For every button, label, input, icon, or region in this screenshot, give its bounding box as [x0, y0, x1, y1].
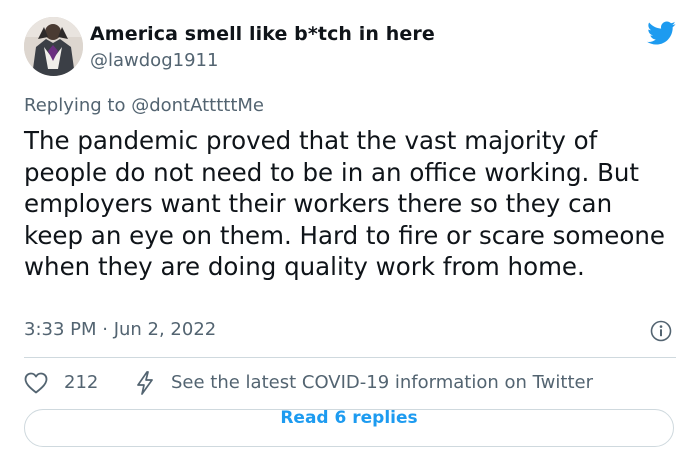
read-replies-label: Read 6 replies: [280, 409, 418, 428]
lightning-icon[interactable]: [134, 370, 156, 396]
read-replies-button[interactable]: Read 6 replies: [24, 409, 674, 447]
info-icon[interactable]: [650, 320, 672, 342]
tweet-text: The pandemic proved that the vast majori…: [24, 126, 665, 281]
reply-mention-link[interactable]: @dontAtttttMe: [131, 95, 264, 116]
covid-info-link[interactable]: See the latest COVID-19 information on T…: [171, 372, 593, 393]
display-name[interactable]: America smell like b*tch in here: [90, 23, 435, 45]
like-count[interactable]: 212: [64, 372, 98, 393]
avatar-image: [24, 17, 83, 76]
divider: [24, 357, 676, 358]
reply-prefix: Replying to: [24, 95, 132, 116]
crop-edge: [120, 448, 700, 472]
avatar[interactable]: [24, 17, 83, 76]
twitter-bird-icon[interactable]: [644, 18, 678, 48]
tweet-card: America smell like b*tch in here @lawdog…: [0, 0, 700, 472]
reply-context: Replying to @dontAtttttMe: [24, 95, 264, 116]
user-handle[interactable]: @lawdog1911: [90, 50, 218, 71]
action-row: 212 See the latest COVID-19 information …: [24, 370, 676, 398]
tweet-timestamp[interactable]: 3:33 PM · Jun 2, 2022: [24, 319, 216, 340]
heart-icon[interactable]: [24, 372, 48, 394]
